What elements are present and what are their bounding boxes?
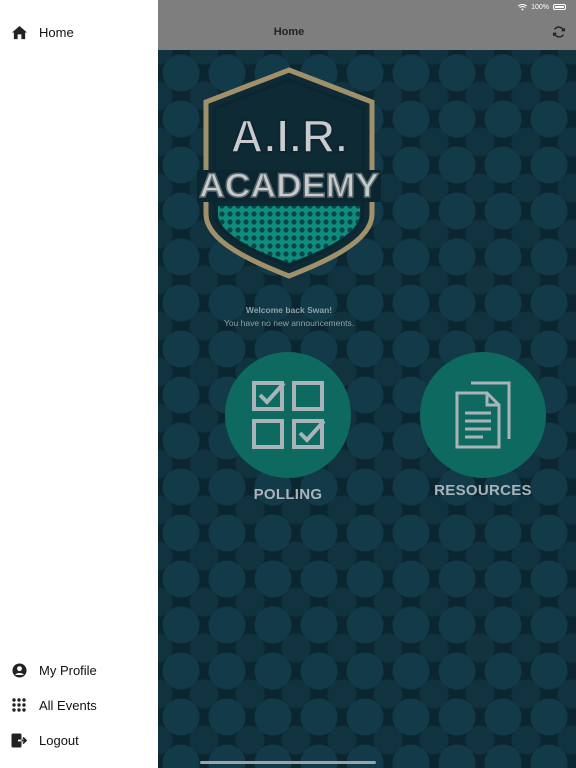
drawer-item-label: Home <box>39 24 74 40</box>
home-icon <box>10 23 28 41</box>
grid-dots-icon <box>10 696 28 714</box>
top-navbar: Home <box>158 14 576 50</box>
page-title: Home <box>273 26 305 38</box>
welcome-message: Welcome back Swan! <box>245 305 333 315</box>
resources-label: RESOURCES <box>434 482 532 499</box>
logout-icon <box>10 731 28 749</box>
battery-icon <box>553 4 566 10</box>
side-drawer: Home My Profile All Events Logout <box>0 0 158 768</box>
logo-line2: ACADEMY <box>199 167 379 205</box>
checklist-grid-icon <box>252 381 326 449</box>
status-bar: 100% <box>158 0 576 14</box>
announcements-text: You have no new announcements. <box>223 318 355 328</box>
air-academy-logo: A.I.R. ACADEMY <box>197 67 381 279</box>
polling-label: POLLING <box>253 486 323 503</box>
drawer-item-label: My Profile <box>39 662 97 678</box>
resources-button[interactable] <box>420 352 546 478</box>
battery-percentage: 100% <box>531 3 549 11</box>
home-indicator <box>200 761 376 764</box>
drawer-item-label: Logout <box>39 732 79 748</box>
polling-button[interactable] <box>225 352 351 478</box>
polling-tile[interactable]: POLLING <box>225 352 351 503</box>
home-content: A.I.R. ACADEMY Welcome back Swan! You ha… <box>158 50 576 768</box>
drawer-item-label: All Events <box>39 697 97 713</box>
drawer-item-home[interactable]: Home <box>0 17 158 47</box>
drawer-item-all-events[interactable]: All Events <box>0 690 158 720</box>
drawer-item-logout[interactable]: Logout <box>0 725 158 755</box>
documents-icon <box>455 381 511 449</box>
logo-line1: A.I.R. <box>230 110 348 162</box>
wifi-icon <box>518 3 528 11</box>
refresh-icon[interactable] <box>552 25 566 39</box>
resources-tile[interactable]: RESOURCES <box>413 352 553 499</box>
user-circle-icon <box>10 661 28 679</box>
drawer-item-my-profile[interactable]: My Profile <box>0 655 158 685</box>
